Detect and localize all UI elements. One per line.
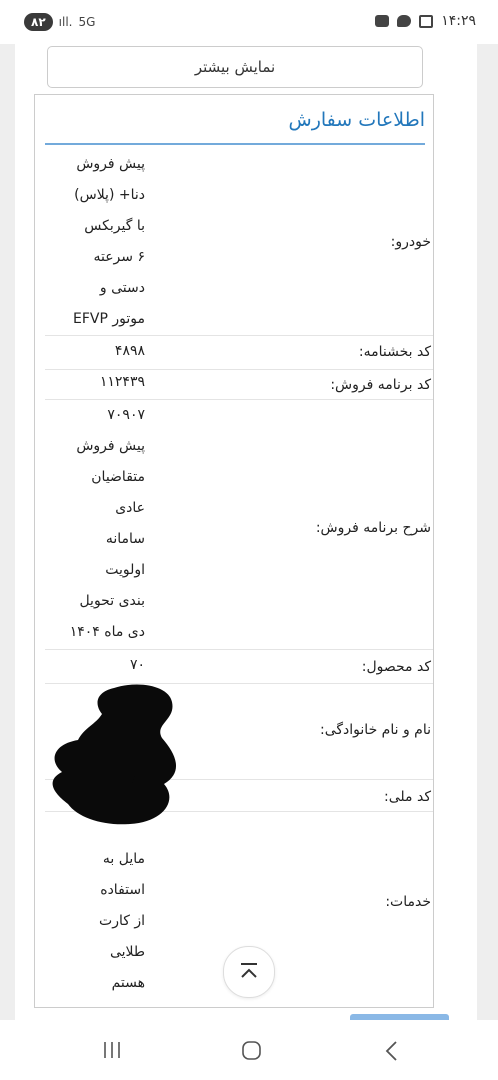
title-divider [45,143,425,145]
value-line: مایل به [102,851,145,867]
value-line: پیش فروش [76,156,145,172]
value-line: طلایی [109,944,145,960]
chevron-up-icon [241,963,257,978]
show-more-button[interactable]: نمایش بیشتر [47,46,423,88]
value-line: ۷۰۹۰۷ [107,407,145,423]
row-value: مایل به استفاده از کارت طلایی هستم [45,844,145,999]
redaction-scribble [52,684,177,825]
row-label: کد ملی: [384,789,431,805]
row-label: نام و نام خانوادگی: [320,722,431,738]
home-icon[interactable] [241,1040,263,1062]
value-line: عادی [115,500,145,516]
row-value: ۷۰ [45,650,145,681]
value-line: ۴۸۹۸ [114,343,145,359]
row-label: کد محصول: [361,659,431,675]
order-info-title: اطلاعات سفارش [288,109,425,131]
value-line: استفاده [100,882,145,898]
value-line: دستی و [99,280,145,296]
value-line: از کارت [99,913,145,929]
row-sales-program-code: کد برنامه فروش: ۱۱۲۴۳۹ [45,369,433,400]
value-line: دنا+ (پلاس) [74,187,145,203]
row-value: ۷۰۹۰۷ پیش فروش متقاضیان عادی سامانه اولو… [45,400,145,648]
value-line: متقاضیان [91,469,145,485]
value-line: پیش فروش [76,438,145,454]
status-left: ۸۲ ıll. 5G [24,13,95,31]
back-icon[interactable] [382,1040,402,1062]
row-value: پیش فروش دنا+ (پلاس) با گیربکس ۶ سرعته د… [45,149,145,335]
value-line: موتور EFVP [73,311,145,327]
row-bulletin-code: کد بخشنامه: ۴۸۹۸ [45,335,433,370]
row-product-code: کد محصول: ۷۰ [45,649,433,684]
value-line: ۷۰ [129,657,145,673]
row-car: خودرو: پیش فروش دنا+ (پلاس) با گیربکس ۶ … [45,147,433,335]
scroll-top-button[interactable] [223,946,275,998]
row-value: ۱۱۲۴۳۹ [45,367,145,398]
value-line: ۱۱۲۴۳۹ [99,374,145,390]
row-sales-program-description: شرح برنامه فروش: ۷۰۹۰۷ پیش فروش متقاضیان… [45,399,433,650]
youtube-icon [375,15,390,27]
order-info-card: اطلاعات سفارش خودرو: پیش فروش دنا+ (پلاس… [34,94,434,1008]
value-line: اولویت [105,562,145,578]
row-label: کد بخشنامه: [358,344,431,360]
screenshot-icon [419,14,434,28]
value-line: هستم [111,975,145,991]
value-line: سامانه [105,531,145,547]
content-area: نمایش بیشتر اطلاعات سفارش خودرو: پیش فرو… [0,44,498,1020]
row-value: ۴۸۹۸ [45,336,145,367]
row-label: خدمات: [385,894,431,910]
row-label: شرح برنامه فروش: [315,520,431,536]
network-type: 5G [78,15,96,29]
value-line: دی ماه ۱۴۰۴ [69,624,145,640]
navigation-bar [0,1020,498,1080]
value-line: ۶ سرعته [93,249,145,265]
value-line: با گیربکس [84,218,145,234]
signal-icon: ıll. [58,15,73,29]
row-label: کد برنامه فروش: [330,377,431,393]
status-right: ۱۴:۲۹ [375,13,476,29]
battery-indicator: ۸۲ [24,13,53,31]
chat-icon [397,15,412,27]
status-time: ۱۴:۲۹ [441,13,476,29]
row-label: خودرو: [390,234,431,250]
status-bar: ۸۲ ıll. 5G ۱۴:۲۹ [0,0,498,44]
value-line: بندی تحویل [79,593,145,609]
recents-icon[interactable] [102,1040,122,1060]
